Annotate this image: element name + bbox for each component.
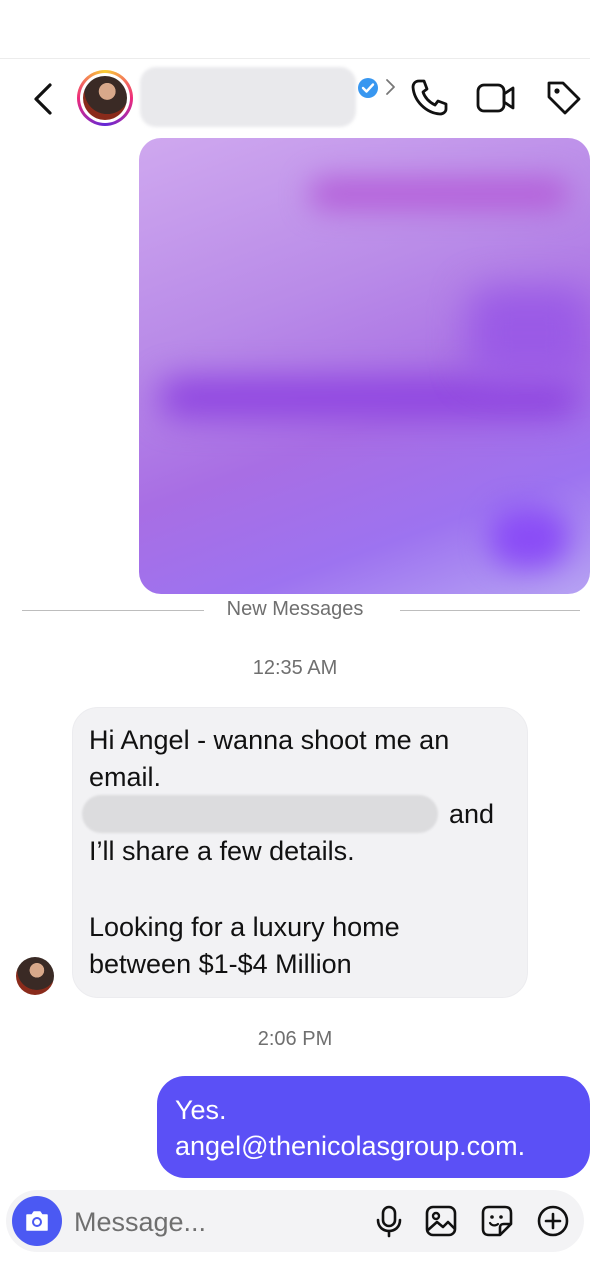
contact-name-redacted[interactable]: [140, 67, 356, 127]
contact-avatar[interactable]: [77, 70, 133, 126]
add-icon[interactable]: [536, 1204, 570, 1238]
outgoing-message-bubble[interactable]: Yes. angel@thenicolasgroup.com.: [157, 1076, 590, 1178]
message-line: between $1-$4 Million: [89, 949, 352, 979]
sticker-icon[interactable]: [480, 1204, 514, 1238]
message-line: angel@thenicolasgroup.com.: [175, 1131, 526, 1161]
message-input[interactable]: [72, 1203, 366, 1241]
verified-badge-icon: [358, 78, 378, 98]
chevron-right-icon[interactable]: [384, 77, 398, 97]
new-messages-divider: New Messages: [0, 598, 590, 621]
message-line: email.: [89, 762, 162, 792]
microphone-icon[interactable]: [372, 1204, 406, 1238]
timestamp: 12:35 AM: [252, 657, 338, 679]
tag-icon[interactable]: [545, 79, 583, 117]
incoming-message-bubble[interactable]: Hi Angel - wanna shoot me an email. and …: [72, 707, 528, 998]
camera-button[interactable]: [12, 1196, 62, 1246]
camera-icon: [26, 1211, 48, 1231]
message-composer: [6, 1190, 584, 1252]
gallery-icon[interactable]: [424, 1204, 458, 1238]
back-arrow-icon[interactable]: [30, 81, 58, 117]
message-line: and: [449, 799, 495, 829]
video-call-icon[interactable]: [476, 81, 516, 115]
message-line: Looking for a luxury home: [89, 912, 400, 942]
message-line: Hi Angel - wanna shoot me an: [89, 725, 450, 755]
phone-call-icon[interactable]: [410, 77, 448, 117]
timestamp: 2:06 PM: [257, 1028, 333, 1050]
shared-media-blurred[interactable]: [139, 138, 590, 594]
new-messages-label: New Messages: [212, 598, 378, 620]
redacted-email: [82, 795, 438, 833]
sender-avatar[interactable]: [16, 957, 54, 995]
chat-header: [0, 58, 590, 139]
message-line: Yes.: [175, 1095, 227, 1125]
message-line: I’ll share a few details.: [89, 836, 355, 866]
